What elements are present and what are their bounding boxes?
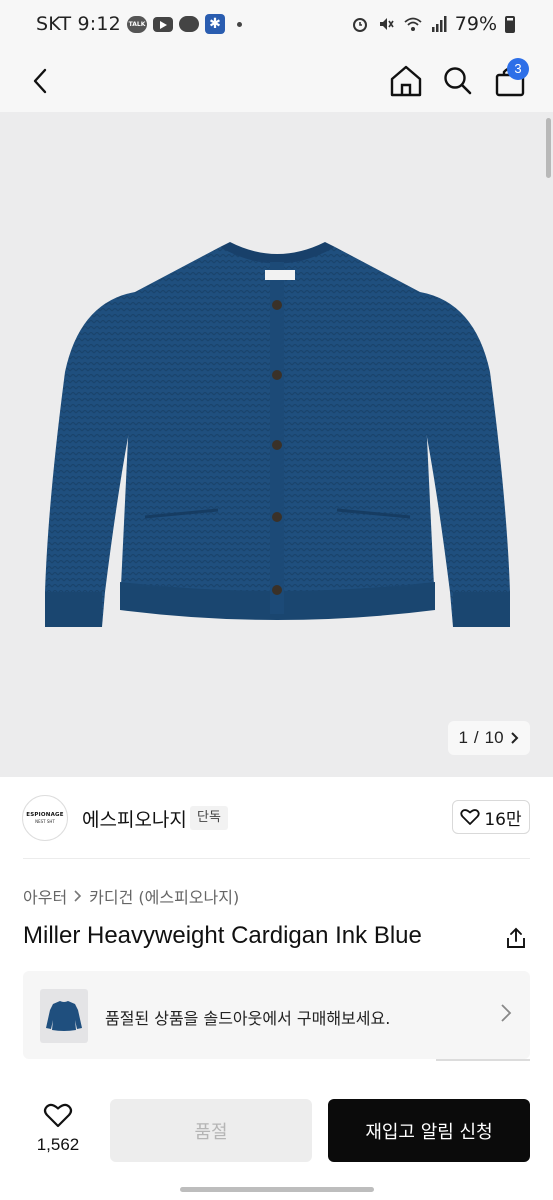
page-current: 1: [458, 728, 468, 747]
brand-logo[interactable]: ESPIONAGE NEST SHT: [22, 795, 68, 841]
brand-logo-text: ESPIONAGE: [26, 812, 64, 818]
share-icon: [507, 927, 525, 948]
brand-like-count: 16만: [484, 809, 522, 830]
wishlist-count: 1,562: [36, 1135, 80, 1154]
breadcrumb-item-cardigan[interactable]: 카디건 (에스피오나지): [89, 884, 239, 908]
cardigan-product-image: [45, 242, 510, 627]
chevron-right-icon: [74, 890, 82, 902]
heart-icon: [43, 1103, 73, 1128]
mute-icon: [379, 18, 394, 30]
battery-icon: [505, 15, 515, 33]
cardigan-thumbnail-image: [46, 1001, 82, 1031]
search-icon: [444, 67, 472, 95]
scrollbar[interactable]: [546, 118, 551, 178]
app-header: 3: [0, 50, 553, 112]
breadcrumb: 아우터 카디건 (에스피오나지): [23, 884, 239, 908]
banner-product-thumbnail: [40, 989, 88, 1043]
status-bar: SKT 9:12 TALK ✱ 79%: [0, 0, 553, 50]
more-notifications-icon: [236, 21, 242, 27]
breadcrumb-item-outer[interactable]: 아우터: [23, 884, 67, 908]
share-button[interactable]: [502, 924, 530, 952]
brand-row: ESPIONAGE NEST SHT 에스피오나지 단독 16만: [0, 778, 553, 858]
banner-divider: [436, 1059, 530, 1061]
signal-icon: [431, 16, 447, 32]
alarm-icon: [352, 18, 367, 32]
kakaotalk-icon: TALK: [126, 15, 147, 33]
wifi-icon: [404, 17, 422, 31]
status-time: SKT 9:12: [36, 13, 121, 35]
chevron-right-icon: [501, 1004, 512, 1022]
youtube-icon: [152, 16, 173, 32]
image-page-indicator[interactable]: 1 / 10: [448, 721, 530, 755]
brand-like-button[interactable]: 16만: [452, 800, 530, 834]
product-title: Miller Heavyweight Cardigan Ink Blue: [23, 922, 422, 949]
back-arrow-icon: [33, 68, 47, 94]
heart-icon: [460, 809, 481, 825]
cart-button[interactable]: 3: [487, 58, 533, 104]
chevron-right-icon: [510, 732, 518, 744]
banner-text: 품절된 상품을 솔드아웃에서 구매해보세요.: [105, 1009, 391, 1028]
brand-name-link[interactable]: 에스피오나지: [82, 805, 187, 832]
soldout-marketplace-banner[interactable]: 품절된 상품을 솔드아웃에서 구매해보세요.: [23, 971, 530, 1059]
restock-alert-button[interactable]: 재입고 알림 신청: [328, 1099, 530, 1162]
search-button[interactable]: [435, 58, 481, 104]
chat-icon: [178, 16, 199, 32]
page-total: 10: [484, 728, 504, 747]
divider: [23, 858, 530, 859]
bottom-action-bar: 1,562 품절 재입고 알림 신청: [0, 1082, 553, 1200]
page-separator: /: [473, 728, 479, 747]
home-button[interactable]: [383, 58, 429, 104]
soldout-button[interactable]: 품절: [110, 1099, 312, 1162]
brand-logo-sub: NEST SHT: [35, 819, 55, 824]
cart-count-badge: 3: [507, 58, 529, 80]
wishlist-button[interactable]: 1,562: [28, 1102, 88, 1162]
home-indicator[interactable]: [180, 1187, 374, 1192]
product-image-gallery[interactable]: 1 / 10: [0, 112, 553, 777]
back-button[interactable]: [18, 58, 64, 104]
battery-percent: 79%: [454, 13, 497, 35]
exclusive-badge: 단독: [190, 806, 228, 830]
sync-icon: ✱: [204, 14, 225, 34]
home-icon: [390, 65, 422, 97]
